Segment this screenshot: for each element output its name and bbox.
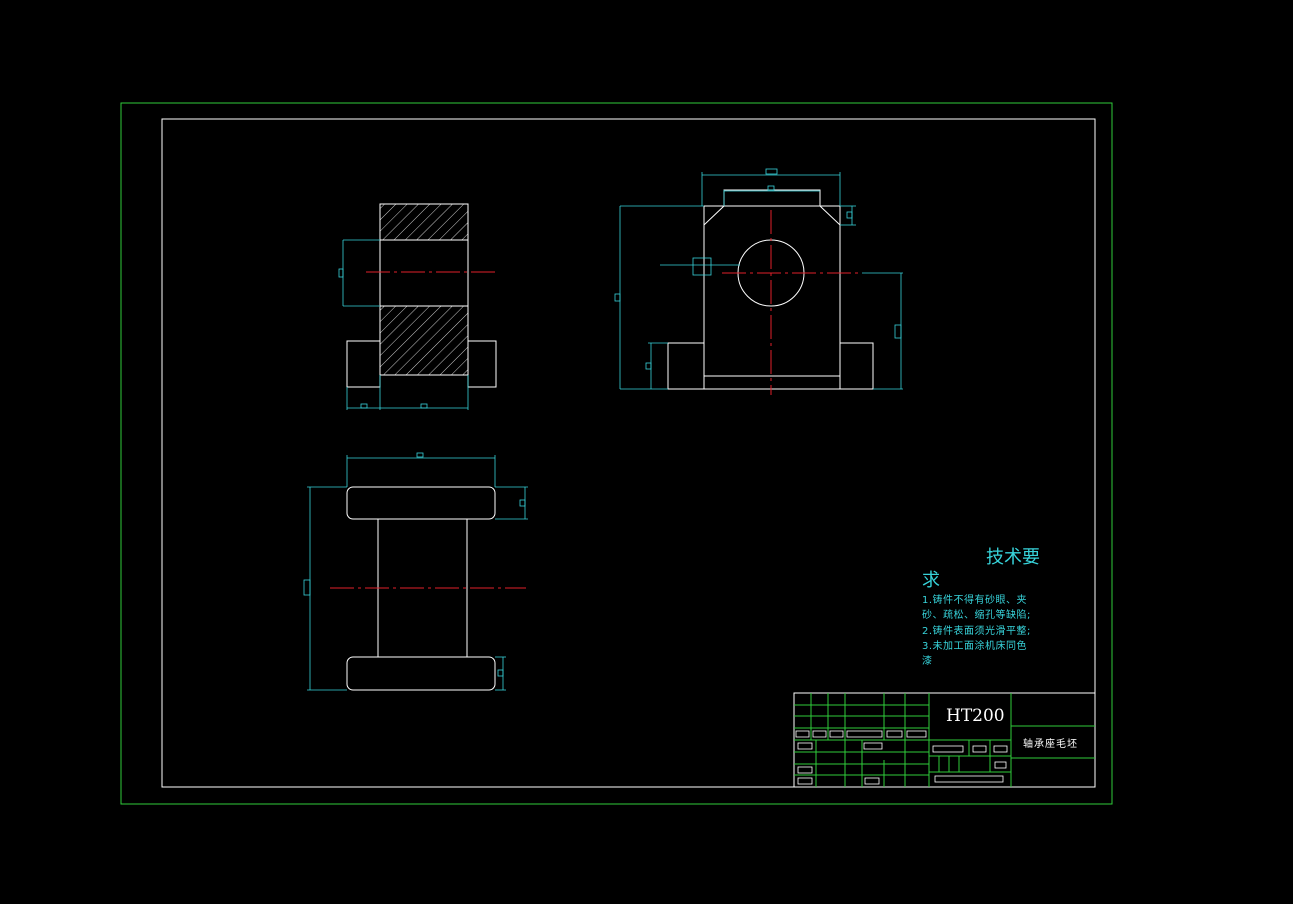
top-view-dimensions — [303, 452, 528, 691]
tech-requirement-line: 2.铸件表面须光滑平整; — [922, 626, 1031, 637]
tech-requirement-line: 3.未加工面涂机床同色 — [922, 641, 1028, 652]
front-view-dimensions — [614, 168, 903, 390]
tech-requirements-title-wrap: 求 — [922, 570, 940, 591]
tech-requirements-title: 技术要 — [986, 547, 1040, 568]
front-view-centerlines — [722, 210, 862, 395]
tech-requirement-line: 砂、疏松、缩孔等缺陷; — [922, 610, 1031, 621]
part-name-label: 轴承座毛坯 — [1023, 739, 1078, 750]
inner-drawing-border — [161, 118, 1096, 788]
cad-drawing-canvas — [120, 102, 1113, 805]
tech-requirement-line: 1.铸件不得有砂眼、夹 — [922, 595, 1028, 606]
tech-requirement-line: 漆 — [922, 656, 933, 667]
side-section-view — [346, 203, 497, 388]
outer-sheet-frame — [120, 102, 1113, 805]
material-label: HT200 — [946, 706, 1005, 726]
